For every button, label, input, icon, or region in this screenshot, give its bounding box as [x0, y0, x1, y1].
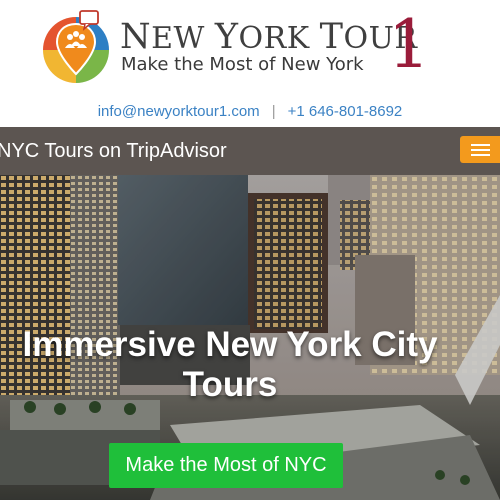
- brand-number: 1: [388, 6, 430, 83]
- hero-title: Immersive New York City Tours: [22, 325, 438, 404]
- logo-globe-icon: [43, 10, 109, 83]
- brand-name-part: N: [120, 17, 152, 57]
- nav-link-tripadvisor[interactable]: NYC Tours on TripAdvisor: [0, 140, 227, 163]
- hamburger-icon-bar: [471, 144, 490, 146]
- cta-button[interactable]: Make the Most of NYC: [109, 443, 343, 488]
- brand-name-part: EW: [151, 21, 215, 56]
- hero-section: Immersive New York City Tours Make the M…: [0, 175, 500, 500]
- main-navbar: NYC Tours on TripAdvisor: [0, 127, 500, 175]
- brand-name-part: ORK: [238, 21, 320, 56]
- brand-name-part: T: [319, 17, 344, 57]
- phone-link[interactable]: +1 646-801-8692: [288, 103, 403, 120]
- email-link[interactable]: info@newyorktour1.com: [98, 103, 260, 120]
- hamburger-menu-button[interactable]: [460, 136, 500, 163]
- site-logo[interactable]: NEW YORK TOUR 1 Make the Most of New Yor…: [40, 6, 430, 86]
- contact-separator: |: [271, 103, 276, 120]
- hamburger-icon-bar: [471, 149, 490, 151]
- brand-name: NEW YORK TOUR: [120, 17, 417, 59]
- contact-bar: info@newyorktour1.com | +1 646-801-8692: [0, 103, 500, 120]
- site-header: NEW YORK TOUR 1 Make the Most of New Yor…: [0, 0, 500, 127]
- brand-tagline: Make the Most of New York: [121, 54, 364, 75]
- brand-name-part: Y: [214, 17, 239, 57]
- hamburger-icon-bar: [471, 154, 490, 156]
